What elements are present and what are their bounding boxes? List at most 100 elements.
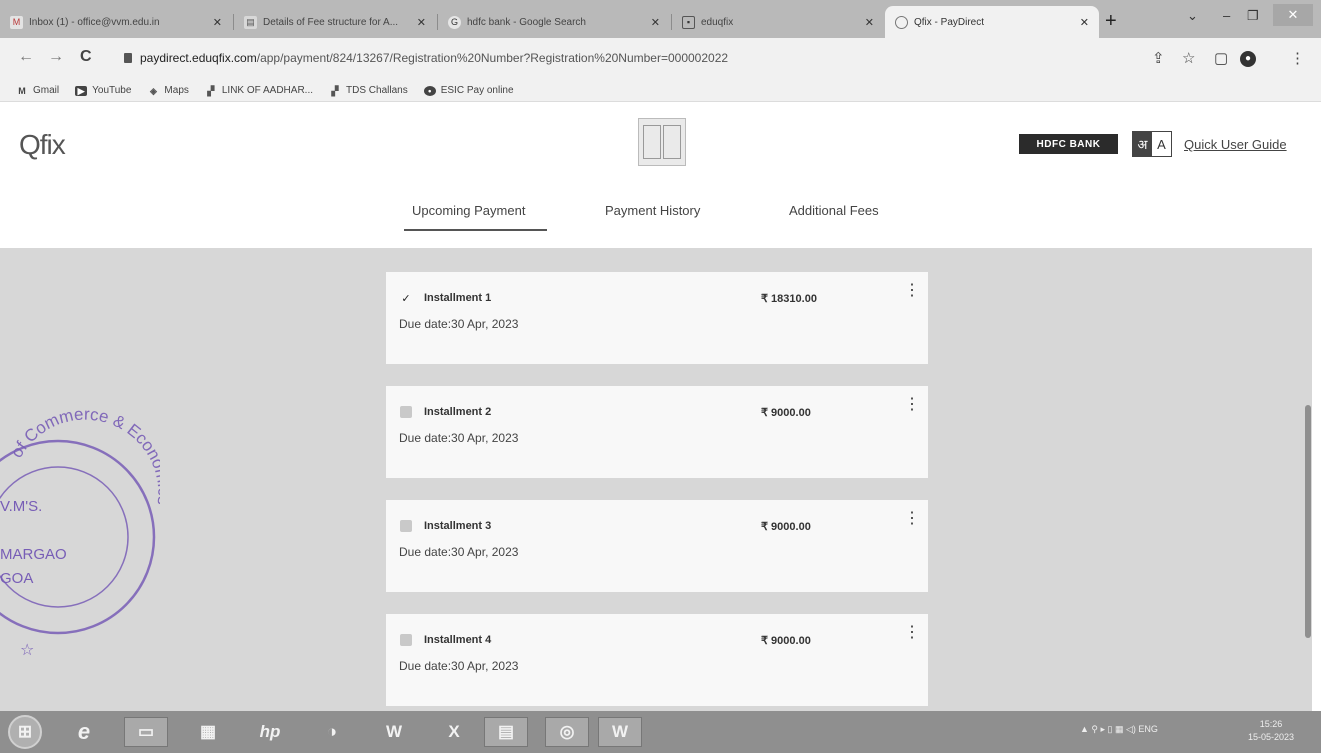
installment-checkbox[interactable] [400, 406, 412, 418]
tab-inbox[interactable]: M Inbox (1) - office@vvm.edu.in ✕ [0, 6, 232, 38]
tab-eduqfix[interactable]: ▪ eduqfix ✕ [672, 6, 884, 38]
back-icon[interactable]: ← [18, 48, 34, 66]
installment-amount: ₹ 18310.00 [761, 293, 817, 305]
folder-icon: ▞ [331, 85, 339, 96]
system-tray[interactable]: ▲ ⚲ ▸ ▯ ▦ ◁) ENG [1080, 724, 1158, 735]
quick-user-guide-link[interactable]: Quick User Guide [1184, 137, 1287, 152]
qfix-icon [895, 15, 908, 29]
close-icon[interactable]: ✕ [213, 16, 222, 29]
folder-icon: ▞ [207, 85, 215, 96]
lang-hindi[interactable]: अ [1133, 132, 1152, 156]
close-icon[interactable]: ✕ [1080, 16, 1089, 29]
close-icon[interactable]: ✕ [651, 16, 660, 29]
lock-icon [124, 53, 132, 63]
media-icon[interactable]: ◑ [310, 717, 354, 747]
installment-amount: ₹ 9000.00 [761, 521, 811, 533]
address-bar[interactable]: paydirect.eduqfix.com/app/payment/824/13… [140, 51, 728, 65]
tab-title: eduqfix [701, 16, 734, 28]
hp-icon[interactable]: hp [248, 717, 292, 747]
crest-left-half [643, 125, 661, 159]
installment-card[interactable]: ✓ Installment 1 ₹ 18310.00 ⋮ Due date:30… [386, 272, 928, 364]
tray-language: ENG [1138, 724, 1158, 734]
page-icon: ▪ [682, 15, 695, 29]
bookmark-maps[interactable]: ◈ Maps [147, 85, 189, 96]
chrome-icon[interactable]: ◎ [545, 717, 589, 747]
installment-label: Installment 1 [424, 292, 492, 304]
minimize-icon[interactable]: – [1223, 8, 1230, 23]
stamp-ring-text: of Commerce & Economics [7, 407, 160, 506]
bookmark-aadhar[interactable]: ▞ LINK OF AADHAR... [205, 85, 313, 96]
lang-english[interactable]: A [1152, 132, 1171, 156]
installment-amount: ₹ 9000.00 [761, 635, 811, 647]
bookmark-gmail[interactable]: M Gmail [16, 85, 59, 96]
hdfc-logo-text: HDFC BANK [1036, 138, 1101, 150]
active-tab-indicator [404, 229, 547, 231]
crest-right-half [663, 125, 681, 159]
calculator-icon[interactable]: ▦ [186, 717, 230, 747]
more-options-icon[interactable]: ⋮ [904, 625, 920, 641]
college-rubber-stamp: of Commerce & Economics V.M'S. MARGAO GO… [0, 407, 160, 659]
stamp-line2: MARGAO [0, 546, 67, 563]
installment-card[interactable]: Installment 3 ₹ 9000.00 ⋮ Due date:30 Ap… [386, 500, 928, 592]
excel-icon[interactable]: X [432, 717, 476, 747]
installment-label: Installment 4 [424, 634, 492, 646]
installment-card[interactable]: Installment 2 ₹ 9000.00 ⋮ Due date:30 Ap… [386, 386, 928, 478]
file-explorer-icon[interactable]: ▭ [124, 717, 168, 747]
bookmark-esic[interactable]: • ESIC Pay online [423, 85, 514, 96]
word-icon[interactable]: W [372, 717, 416, 747]
tab-google-search[interactable]: G hdfc bank - Google Search ✕ [438, 6, 670, 38]
close-window-icon[interactable]: ✕ [1273, 4, 1313, 26]
reload-icon[interactable]: C [80, 48, 92, 66]
profile-icon[interactable]: ● [1240, 51, 1256, 67]
bookmark-youtube[interactable]: ▶ YouTube [75, 85, 131, 96]
bookmark-star-icon[interactable]: ☆ [1182, 49, 1195, 67]
url-path: /app/payment/824/13267/Registration%20Nu… [256, 51, 729, 65]
installment-due-date: Due date:30 Apr, 2023 [399, 431, 519, 445]
more-options-icon[interactable]: ⋮ [904, 283, 920, 299]
bookmark-tds[interactable]: ▞ TDS Challans [329, 85, 408, 96]
maps-icon: ◈ [149, 85, 157, 96]
close-icon[interactable]: ✕ [865, 16, 874, 29]
browser-tab-strip: M Inbox (1) - office@vvm.edu.in ✕ ▤ Deta… [0, 0, 1321, 38]
taskbar-clock[interactable]: 15:26 15-05-2023 [1248, 718, 1294, 744]
tab-qfix-paydirect[interactable]: Qfix - PayDirect ✕ [885, 6, 1099, 38]
bookmarks-bar: M Gmail ▶ YouTube ◈ Maps ▞ LINK OF AADHA… [0, 80, 1321, 102]
restore-icon[interactable]: ❐ [1247, 8, 1259, 24]
tab-fee-structure[interactable]: ▤ Details of Fee structure for A... ✕ [234, 6, 436, 38]
close-icon[interactable]: ✕ [417, 16, 426, 29]
installment-checkbox[interactable] [400, 520, 412, 532]
forward-icon[interactable]: → [48, 48, 64, 66]
language-toggle[interactable]: अ A [1132, 131, 1172, 157]
bookmark-label: Gmail [33, 85, 60, 96]
stamp-star-icon: ☆ [20, 640, 34, 659]
tab-payment-history[interactable]: Payment History [605, 203, 700, 218]
installment-card[interactable]: Installment 4 ₹ 9000.00 ⋮ Due date:30 Ap… [386, 614, 928, 706]
installment-due-date: Due date:30 Apr, 2023 [399, 659, 519, 673]
installment-label: Installment 3 [424, 520, 492, 532]
word-document-icon[interactable]: W [598, 717, 642, 747]
page-scrollbar[interactable] [1305, 405, 1311, 638]
tab-additional-fees[interactable]: Additional Fees [789, 203, 879, 218]
start-button[interactable]: ⊞ [8, 715, 42, 749]
installment-checkbox[interactable]: ✓ [400, 292, 412, 305]
hdfc-bank-logo: HDFC BANK [1019, 134, 1118, 154]
share-icon[interactable]: ⇪ [1152, 49, 1165, 67]
college-crest-icon [638, 118, 686, 166]
qfix-logo[interactable]: Qfix [19, 129, 66, 161]
installments-area: ✓ Installment 1 ₹ 18310.00 ⋮ Due date:30… [0, 248, 1312, 711]
more-options-icon[interactable]: ⋮ [904, 511, 920, 527]
internet-explorer-icon[interactable]: e [62, 717, 106, 747]
new-tab-icon[interactable]: + [1105, 10, 1117, 33]
installment-checkbox[interactable] [400, 634, 412, 646]
app-icon[interactable]: ▤ [484, 717, 528, 747]
menu-icon[interactable]: ⋮ [1290, 49, 1305, 67]
more-options-icon[interactable]: ⋮ [904, 397, 920, 413]
bookmark-label: LINK OF AADHAR... [221, 85, 314, 96]
tab-search-icon[interactable]: ⌄ [1187, 8, 1198, 24]
tab-title: Details of Fee structure for A... [263, 16, 399, 28]
bookmark-label: YouTube [92, 85, 132, 96]
tab-upcoming-payment[interactable]: Upcoming Payment [412, 203, 525, 218]
installment-label: Installment 2 [424, 406, 492, 418]
side-panel-icon[interactable]: ▢ [1214, 49, 1228, 67]
installment-amount: ₹ 9000.00 [761, 407, 811, 419]
